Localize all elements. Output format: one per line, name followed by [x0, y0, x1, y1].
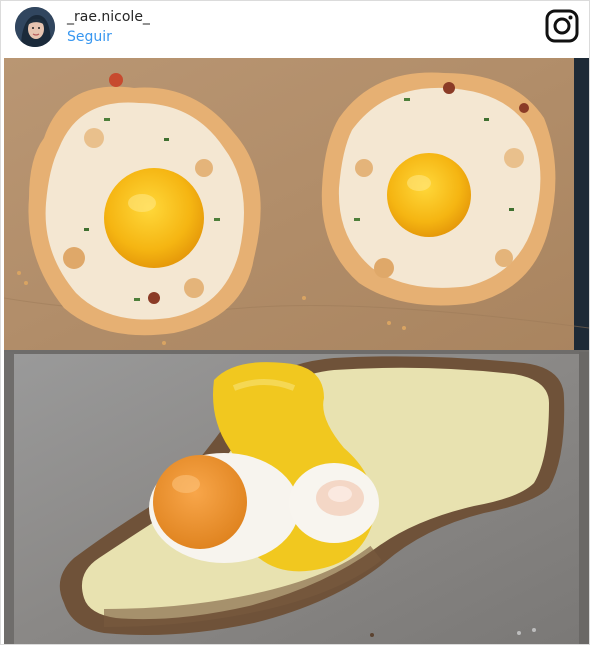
username-link[interactable]: _rae.nicole_	[67, 9, 150, 25]
right-cloud-egg	[321, 72, 556, 306]
profile-avatar[interactable]	[15, 7, 55, 47]
instagram-icon[interactable]	[545, 9, 579, 43]
photo-illustration	[4, 58, 589, 644]
avatar-image	[15, 7, 55, 47]
post-header: _rae.nicole_ Seguir	[1, 1, 591, 57]
cloud-eggs-photo	[4, 58, 589, 350]
follow-button[interactable]: Seguir	[67, 29, 112, 45]
post-card: _rae.nicole_ Seguir	[0, 0, 590, 645]
post-photo	[4, 58, 589, 644]
failed-attempt-photo	[4, 350, 589, 644]
